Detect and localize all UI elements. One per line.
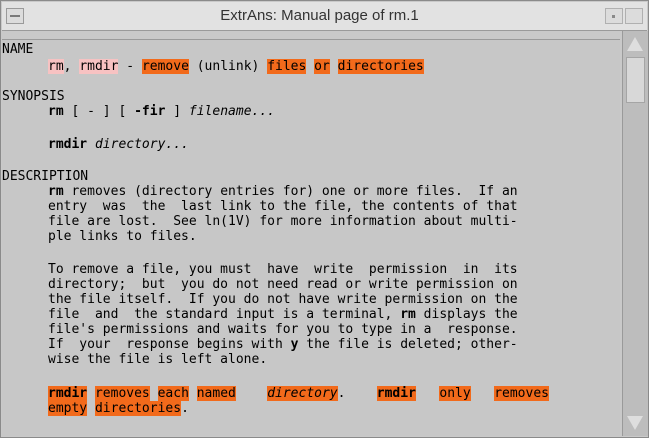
synopsis-rm-line: rm [ - ] [ -fir ] filename...: [48, 104, 275, 119]
cmd-rmdir: rmdir: [79, 59, 119, 74]
desc-p3-line1: rmdir removes each named directory. rmdi…: [48, 386, 549, 401]
highlight-removes-2: removes: [494, 386, 549, 401]
vertical-scrollbar[interactable]: [622, 31, 648, 436]
desc-p1-line1: rm removes (directory entries for) one o…: [48, 184, 518, 199]
manual-window: ExtrAns: Manual page of rm.1 NAME rm, rm…: [0, 0, 649, 438]
section-heading-name: NAME: [2, 42, 34, 57]
highlight-each: each: [157, 386, 189, 401]
highlight-empty: empty: [48, 401, 88, 416]
highlight-only: only: [439, 386, 471, 401]
desc-p1-line2: entry was the last link to the file, the…: [48, 199, 518, 214]
highlight-directories-2: directories: [94, 401, 182, 416]
highlight-directory: directory: [267, 386, 338, 401]
name-line: rm, rmdir - remove (unlink) files or dir…: [48, 59, 424, 74]
desc-p2-line2: directory; but you do not need read or w…: [48, 277, 518, 292]
desc-p3-line2: empty directories.: [48, 401, 189, 416]
highlight-removes: removes: [94, 386, 150, 401]
highlight-files: files: [267, 59, 307, 74]
highlight-rmdir: rmdir: [48, 386, 88, 401]
section-heading-synopsis: SYNOPSIS: [2, 89, 65, 104]
scroll-down-arrow-icon[interactable]: [627, 416, 643, 430]
manual-text-area[interactable]: NAME rm, rmdir - remove (unlink) files o…: [2, 39, 620, 436]
maximize-button[interactable]: [625, 8, 643, 24]
section-heading-description: DESCRIPTION: [2, 169, 89, 184]
highlight-directories: directories: [337, 59, 424, 74]
desc-p2-line7: wise the file is left alone.: [48, 352, 268, 367]
desc-p2-line1: To remove a file, you must have write pe…: [48, 262, 518, 277]
desc-p1-line4: ple links to files.: [48, 229, 197, 244]
highlight-or: or: [314, 59, 330, 74]
desc-p2-line5: file's permissions and waits for you to …: [48, 322, 518, 337]
window-menu-button[interactable]: [6, 8, 24, 24]
desc-p2-line3: the file itself. If you do not have writ…: [48, 292, 518, 307]
cmd-rm: rm: [48, 59, 64, 74]
desc-p2-line4: file and the standard input is a termina…: [48, 307, 518, 322]
highlight-remove: remove: [141, 59, 189, 74]
title-bar[interactable]: ExtrAns: Manual page of rm.1: [2, 2, 647, 31]
highlight-rmdir-2: rmdir: [376, 386, 416, 401]
desc-p1-line3: file are lost. See ln(1V) for more infor…: [48, 214, 518, 229]
synopsis-rmdir-line: rmdir directory...: [48, 137, 189, 152]
scrollbar-thumb[interactable]: [626, 57, 645, 103]
desc-p2-line6: If your response begins with y the file …: [48, 337, 518, 352]
window-title: ExtrAns: Manual page of rm.1: [220, 7, 419, 24]
minimize-button[interactable]: [605, 8, 623, 24]
highlight-named: named: [196, 386, 236, 401]
scroll-up-arrow-icon[interactable]: [627, 37, 643, 51]
